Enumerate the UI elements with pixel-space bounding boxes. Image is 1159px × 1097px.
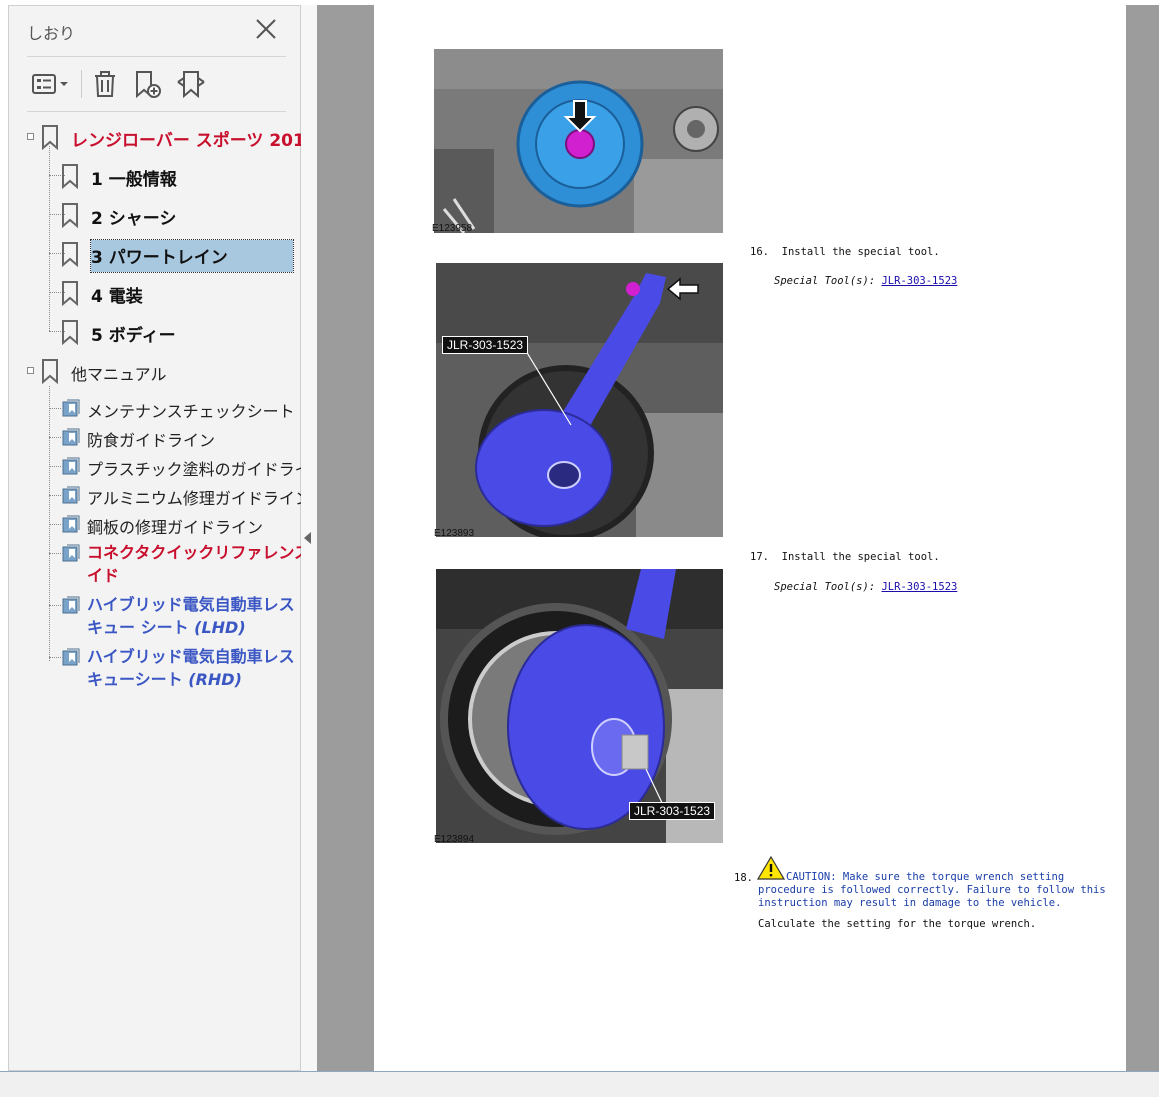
bookmark-icon [62, 320, 78, 345]
special-tool-link[interactable]: JLR-303-1523 [881, 581, 957, 593]
bookmark-label: メンテナンスチェックシート [87, 402, 295, 421]
bookmark-tag-icon[interactable] [175, 68, 207, 100]
tree-guide [49, 553, 61, 554]
step-18-text: Calculate the setting for the torque wre… [758, 918, 1037, 930]
bookmark-number: 2 [91, 209, 103, 229]
new-bookmark-icon[interactable] [131, 68, 163, 100]
tree-guide [49, 466, 61, 467]
file-bookmark-icon [62, 457, 80, 475]
bookmark-label: 一般情報 [108, 170, 177, 190]
file-bookmark-icon [62, 428, 80, 446]
bookmark-icon [42, 125, 58, 150]
bookmark-label: ハイブリッド電気自動車レス キュー シート (LHD) [87, 595, 295, 637]
panel-title: しおり [27, 24, 76, 43]
figure-caption: E123893 [434, 528, 475, 539]
file-bookmark-icon [62, 515, 80, 533]
trash-icon[interactable] [89, 68, 121, 100]
bookmark-number: 4 [91, 287, 103, 307]
figure-caption: E123894 [434, 834, 475, 845]
collapse-toggle[interactable] [27, 367, 34, 374]
bookmark-icon [62, 281, 78, 306]
bookmark-label: パワートレイン [108, 248, 228, 268]
bookmark-icon [62, 242, 78, 267]
file-bookmark-icon [62, 544, 80, 562]
collapse-panel-icon[interactable] [304, 532, 311, 544]
options-menu-icon[interactable] [29, 68, 71, 100]
tree-guide [49, 495, 61, 496]
divider [27, 111, 286, 112]
tool-callout: JLR-303-1523 [629, 802, 716, 820]
bookmark-label: 他マニュアル [71, 365, 167, 384]
bookmark-label: シャーシ [108, 209, 177, 229]
engine-photo-with-tool [436, 263, 723, 537]
bookmark-icon [42, 359, 58, 384]
bookmark-label: 鋼板の修理ガイドライン [87, 518, 264, 537]
bookmark-number: 5 [91, 326, 103, 346]
figure-caption: E123958 [432, 223, 473, 234]
figure-camshaft-sprocket [434, 49, 723, 233]
step-18-number: 18. [734, 872, 753, 884]
bookmarks-panel: しおり レンジローバー スポーツ 2014 1 一般情報 2 シャーシ 3 パワ… [8, 5, 327, 1071]
bookmark-number: 3 [91, 248, 103, 268]
file-bookmark-icon [62, 486, 80, 504]
bookmark-label: コネクタクイックリファレンスガ イド [87, 543, 327, 585]
tree-guide [49, 437, 61, 438]
step-16: 16. Install the special tool. [750, 246, 940, 258]
figure-special-tool-install [436, 263, 723, 537]
tree-guide [49, 657, 61, 658]
tree-guide [49, 146, 50, 331]
bookmark-label: 電装 [108, 287, 143, 307]
engine-illustration [434, 49, 723, 233]
close-icon[interactable] [255, 18, 277, 40]
tool-callout: JLR-303-1523 [442, 336, 529, 354]
bookmark-label: レンジローバー スポーツ 2014 [71, 131, 317, 151]
tree-guide [49, 408, 61, 409]
bookmark-icon [62, 203, 78, 228]
file-bookmark-icon [62, 399, 80, 417]
special-tool-link[interactable]: JLR-303-1523 [881, 275, 957, 287]
bookmark-label: ボディー [108, 326, 176, 346]
bookmark-label: ハイブリッド電気自動車レス キューシート (RHD) [87, 647, 295, 689]
tree-guide [49, 524, 61, 525]
special-tool-line: Special Tool(s): JLR-303-1523 [774, 581, 958, 593]
bookmark-label: アルミニウム修理ガイドライン [87, 489, 311, 508]
step-17: 17. Install the special tool. [750, 551, 940, 563]
file-bookmark-icon [62, 596, 80, 614]
caution-text: CAUTION: Make sure the torque wrench set… [758, 871, 1106, 909]
pdf-page: E123958 JLR-303-1523 E123893 16. Install… [374, 5, 1126, 1071]
status-bar [0, 1071, 1159, 1097]
toolbar-separator [81, 70, 82, 98]
bookmark-label: 防食ガイドライン [87, 431, 216, 450]
divider [27, 56, 286, 57]
file-bookmark-icon [62, 648, 80, 666]
bookmark-number: 1 [91, 170, 103, 190]
special-tool-line: Special Tool(s): JLR-303-1523 [774, 275, 958, 287]
tree-guide [49, 605, 61, 606]
bookmark-label: プラスチック塗料のガイドライン [87, 460, 327, 479]
collapse-toggle[interactable] [27, 133, 34, 140]
bookmark-icon [62, 164, 78, 189]
